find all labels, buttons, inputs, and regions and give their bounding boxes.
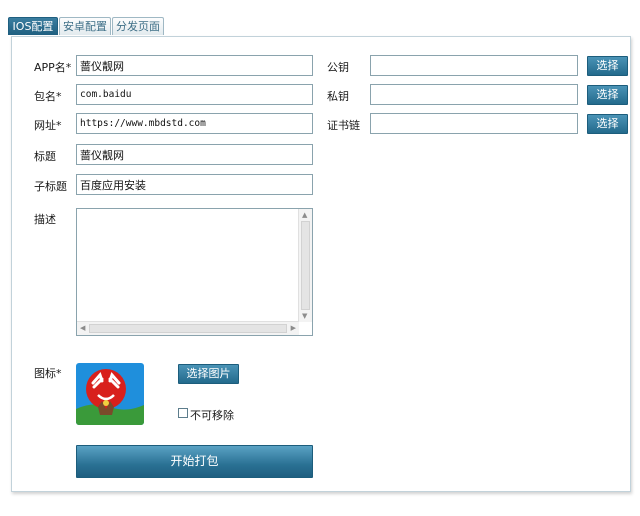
- description-label: 描述: [34, 213, 56, 226]
- app-name-input[interactable]: [76, 55, 313, 76]
- private-key-label: 私钥: [327, 90, 349, 103]
- title-label: 标题: [34, 150, 56, 163]
- scroll-up-arrow-icon[interactable]: ▲: [302, 211, 307, 220]
- description-textarea[interactable]: ▲ ▼ ◀ ▶: [76, 208, 313, 336]
- public-key-select-button[interactable]: 选择: [587, 56, 628, 76]
- not-removable-checkbox[interactable]: [178, 408, 188, 418]
- private-key-select-button[interactable]: 选择: [587, 85, 628, 105]
- tab-android-config[interactable]: 安卓配置: [59, 17, 111, 35]
- url-label: 网址*: [34, 119, 62, 132]
- icon-label: 图标*: [34, 367, 62, 380]
- app-icon-preview: [76, 363, 144, 425]
- vertical-scrollbar[interactable]: ▲ ▼: [298, 209, 312, 322]
- choose-image-button[interactable]: 选择图片: [178, 364, 239, 384]
- package-label: 包名*: [34, 90, 62, 103]
- public-key-label: 公钥: [327, 61, 349, 74]
- scroll-left-arrow-icon[interactable]: ◀: [80, 324, 85, 333]
- app-name-label: APP名*: [34, 61, 72, 74]
- vertical-scroll-thumb[interactable]: [301, 221, 310, 310]
- horizontal-scrollbar[interactable]: ◀ ▶: [77, 321, 299, 335]
- subtitle-label: 子标题: [34, 180, 67, 193]
- cert-chain-select-button[interactable]: 选择: [587, 114, 628, 134]
- start-packaging-button[interactable]: 开始打包: [76, 445, 313, 478]
- tab-distribution-page[interactable]: 分发页面: [112, 17, 164, 35]
- scroll-right-arrow-icon[interactable]: ▶: [291, 324, 296, 333]
- cert-chain-input[interactable]: [370, 113, 578, 134]
- title-input[interactable]: [76, 144, 313, 165]
- private-key-input[interactable]: [370, 84, 578, 105]
- scroll-down-arrow-icon[interactable]: ▼: [302, 312, 307, 321]
- subtitle-input[interactable]: [76, 174, 313, 195]
- horizontal-scroll-thumb[interactable]: [89, 324, 287, 333]
- package-input[interactable]: [76, 84, 313, 105]
- cert-chain-label: 证书链: [327, 119, 360, 132]
- tab-ios-config[interactable]: IOS配置: [8, 17, 58, 35]
- public-key-input[interactable]: [370, 55, 578, 76]
- url-input[interactable]: [76, 113, 313, 134]
- not-removable-label: 不可移除: [190, 409, 234, 422]
